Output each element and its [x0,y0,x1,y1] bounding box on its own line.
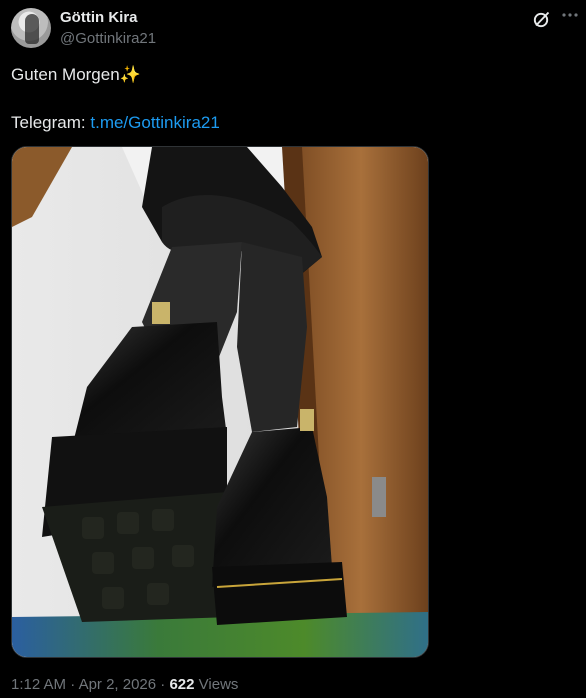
views-label: Views [194,676,239,693]
tweet-meta: 1:12 AM · Apr 2, 2026 · 622 Views [11,676,238,693]
display-name[interactable]: Göttin Kira [60,9,138,26]
tweet-text-telegram: Telegram: t.me/Gottinkira21 [11,112,220,134]
views-count: 622 [169,676,195,693]
grok-icon[interactable] [532,9,552,29]
meta-separator: · [66,676,79,693]
tweet: Göttin Kira @Gottinkira21 Guten Morgen✨ … [0,0,586,698]
tweet-text-greeting: Guten Morgen✨ [11,65,141,84]
telegram-link[interactable]: t.me/Gottinkira21 [90,113,219,132]
photo-illustration [12,147,428,657]
tweet-media-photo[interactable] [11,146,429,658]
more-options-icon[interactable] [560,5,580,25]
avatar[interactable] [11,8,51,48]
user-handle[interactable]: @Gottinkira21 [60,30,156,47]
tweet-date[interactable]: Apr 2, 2026 [79,676,157,693]
tweet-time[interactable]: 1:12 AM [11,676,66,693]
meta-separator: · [156,676,170,693]
telegram-label: Telegram: [11,113,91,132]
